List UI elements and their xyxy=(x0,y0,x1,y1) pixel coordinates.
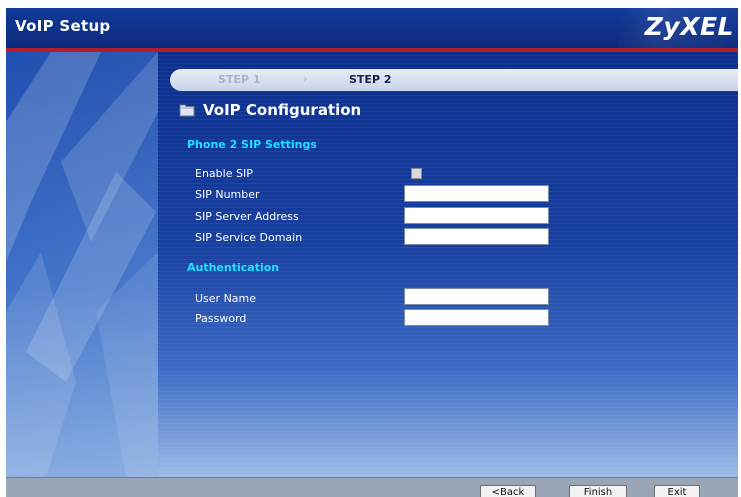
sip-server-address-input[interactable] xyxy=(404,207,549,224)
sip-service-domain-label: SIP Service Domain xyxy=(195,231,303,244)
user-name-input[interactable] xyxy=(404,288,549,305)
step-progress-bar: STEP 1 › STEP 2 xyxy=(170,69,738,91)
decorative-side-panel xyxy=(6,52,158,477)
step-1-indicator: STEP 1 xyxy=(218,73,261,86)
enable-sip-label: Enable SIP xyxy=(195,167,253,180)
finish-button[interactable]: Finish xyxy=(569,485,627,497)
window-title: VoIP Setup xyxy=(15,17,111,35)
step-separator-icon: › xyxy=(303,72,308,85)
password-label: Password xyxy=(195,312,247,325)
back-button[interactable]: <Back xyxy=(480,485,536,497)
sip-number-input[interactable] xyxy=(404,185,549,202)
password-input[interactable] xyxy=(404,309,549,326)
authentication-heading: Authentication xyxy=(187,261,280,274)
zyxel-logo: ZyXEL xyxy=(644,12,734,41)
section-heading: VoIP Configuration xyxy=(179,100,361,120)
enable-sip-checkbox[interactable] xyxy=(411,168,422,179)
sip-service-domain-input[interactable] xyxy=(404,228,549,245)
voip-setup-window: VoIP Setup ZyXEL STEP 1 › STEP 2 VoIP Co… xyxy=(6,8,738,497)
user-name-label: User Name xyxy=(195,292,257,305)
sip-settings-heading: Phone 2 SIP Settings xyxy=(187,138,317,151)
step-2-indicator: STEP 2 xyxy=(349,73,392,86)
folder-icon xyxy=(179,104,195,117)
exit-button[interactable]: Exit xyxy=(654,485,700,497)
title-bar: VoIP Setup ZyXEL xyxy=(6,8,738,48)
button-bar: <Back Finish Exit xyxy=(6,477,738,497)
page-title: VoIP Configuration xyxy=(203,101,362,119)
sip-number-label: SIP Number xyxy=(195,188,260,201)
main-content: STEP 1 › STEP 2 VoIP Configuration Phone… xyxy=(158,52,738,477)
decorative-x-graphic xyxy=(6,52,158,477)
sip-server-address-label: SIP Server Address xyxy=(195,210,299,223)
